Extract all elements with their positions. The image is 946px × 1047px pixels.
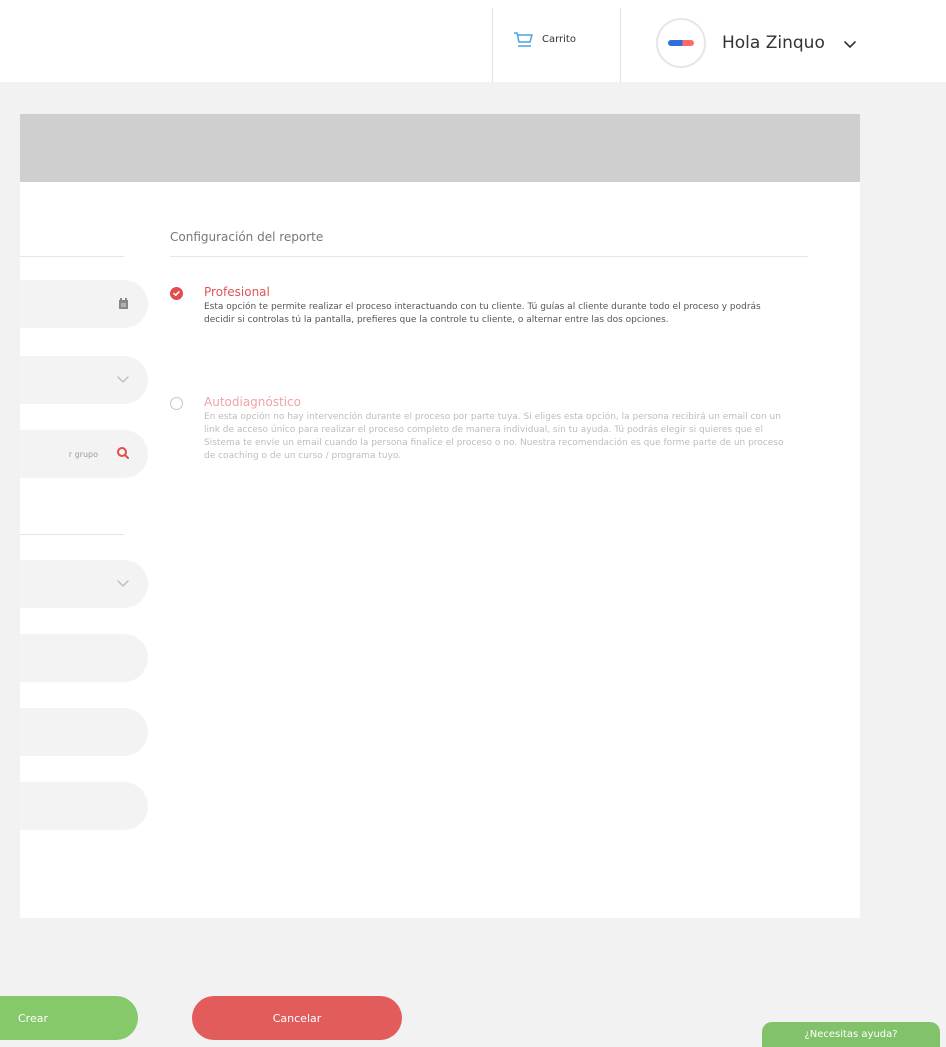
option-title: Autodiagnóstico xyxy=(204,395,301,409)
search-icon[interactable] xyxy=(116,445,130,464)
calendar-icon[interactable] xyxy=(118,295,130,314)
topbar-divider xyxy=(492,8,493,82)
chevron-down-icon xyxy=(116,371,130,390)
avatar[interactable] xyxy=(656,18,706,68)
cancel-button[interactable]: Cancelar xyxy=(192,996,402,1040)
chevron-down-icon[interactable] xyxy=(843,36,857,50)
report-option-profesional[interactable]: Profesional Esta opción te permite reali… xyxy=(170,285,782,355)
topbar-divider xyxy=(620,8,621,82)
date-field[interactable] xyxy=(20,280,148,328)
group-search-field[interactable]: r grupo xyxy=(20,430,148,478)
radio-checked[interactable] xyxy=(170,287,183,300)
cart-icon xyxy=(512,28,534,50)
option-title: Profesional xyxy=(204,285,270,299)
create-button[interactable]: Crear xyxy=(0,996,138,1040)
top-navigation-bar: Carrito Hola Zinquo xyxy=(0,0,946,82)
left-section-divider xyxy=(20,534,124,535)
cart-label: Carrito xyxy=(542,33,576,45)
select-field[interactable] xyxy=(20,560,148,608)
radio-unchecked[interactable] xyxy=(170,397,183,410)
option-description: Esta opción te permite realizar el proce… xyxy=(204,302,761,325)
help-tab[interactable]: ¿Necesitas ayuda? xyxy=(762,1022,940,1047)
text-field[interactable] xyxy=(20,708,148,756)
option-description: En esta opción no hay intervención duran… xyxy=(204,412,784,461)
card-header xyxy=(20,114,860,182)
select-field[interactable] xyxy=(20,356,148,404)
chevron-down-icon xyxy=(116,575,130,594)
user-greeting: Hola Zinquo xyxy=(722,33,825,53)
user-menu[interactable]: Hola Zinquo xyxy=(656,18,857,68)
report-config-divider xyxy=(170,256,808,257)
group-search-placeholder: r grupo xyxy=(68,449,98,459)
report-config-title: Configuración del reporte xyxy=(170,230,324,244)
left-section-divider xyxy=(20,256,124,257)
report-option-autodiagnostico[interactable]: Autodiagnóstico En esta opción no hay in… xyxy=(170,395,784,490)
main-card: r grupo xyxy=(20,114,860,918)
cart-button[interactable]: Carrito xyxy=(512,28,576,50)
brand-logo xyxy=(668,40,694,46)
text-field[interactable] xyxy=(20,634,148,682)
text-field[interactable] xyxy=(20,782,148,830)
